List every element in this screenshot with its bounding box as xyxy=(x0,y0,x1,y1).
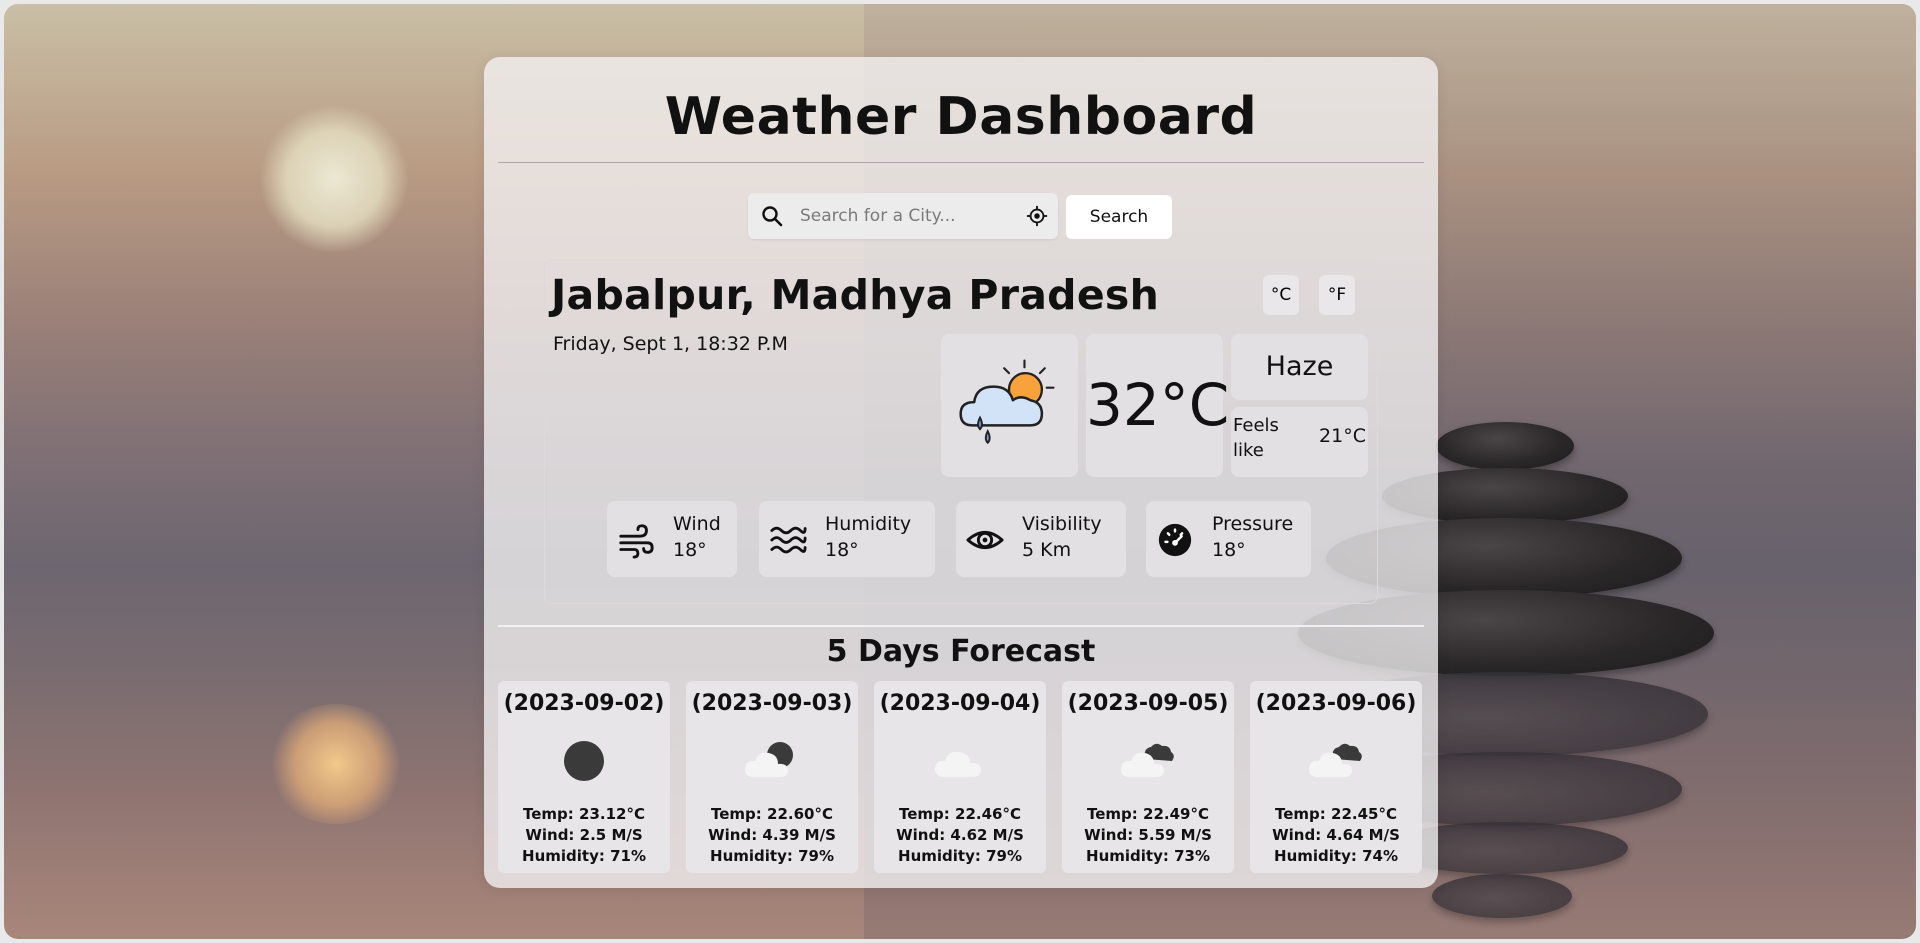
current-temperature: 32°C xyxy=(1086,334,1229,477)
visibility-metric: Visibility 5 Km xyxy=(956,501,1126,577)
location-crosshair-icon[interactable] xyxy=(1026,205,1048,227)
fahrenheit-toggle[interactable]: °F xyxy=(1319,275,1355,315)
background-sun-reflection xyxy=(266,704,406,824)
partly-cloudy-rain-icon xyxy=(959,359,1055,445)
eye-icon xyxy=(966,530,1004,550)
forecast-temp: Temp: 22.46°C xyxy=(899,805,1021,823)
forecast-wind: Wind: 4.62 M/S xyxy=(896,826,1024,844)
forecast-title: 5 Days Forecast xyxy=(826,634,1096,669)
forecast-humidity: Humidity: 73% xyxy=(1086,847,1210,865)
weather-icon-tile xyxy=(941,334,1078,477)
forecast-humidity: Humidity: 71% xyxy=(522,847,646,865)
forecast-divider xyxy=(498,625,1424,627)
title-divider xyxy=(498,162,1424,163)
forecast-humidity: Humidity: 79% xyxy=(710,847,834,865)
visibility-value: 5 Km xyxy=(1022,539,1072,561)
pressure-value: 18° xyxy=(1212,539,1246,561)
forecast-date: (2023-09-04) xyxy=(879,691,1041,716)
feels-like-value: 21°C xyxy=(1319,425,1366,447)
pressure-metric: Pressure 18° xyxy=(1146,501,1311,577)
page-title: Weather Dashboard xyxy=(664,87,1258,147)
broken-clouds-icon xyxy=(1120,743,1174,777)
celsius-toggle[interactable]: °C xyxy=(1263,275,1299,315)
forecast-wind: Wind: 2.5 M/S xyxy=(525,826,643,844)
background-stone xyxy=(1436,422,1574,470)
dashboard-panel: Weather Dashboard Search Jabalpur, Madhy… xyxy=(484,57,1438,888)
broken-clouds-icon xyxy=(1308,743,1362,777)
search-bar xyxy=(748,193,1058,239)
forecast-humidity: Humidity: 79% xyxy=(898,847,1022,865)
forecast-card: (2023-09-05) Temp: 22.49°C Wind: 5.59 M/… xyxy=(1062,681,1234,873)
forecast-temp: Temp: 23.12°C xyxy=(523,805,645,823)
search-icon xyxy=(762,206,783,227)
forecast-date: (2023-09-06) xyxy=(1255,691,1417,716)
humidity-waves-icon xyxy=(770,526,807,554)
forecast-temp: Temp: 22.49°C xyxy=(1087,805,1209,823)
wind-icon xyxy=(619,524,654,559)
cloud-icon xyxy=(934,751,981,777)
search-input[interactable] xyxy=(800,193,1010,239)
forecast-date: (2023-09-05) xyxy=(1067,691,1229,716)
current-weather-card: Jabalpur, Madhya Pradesh Friday, Sept 1,… xyxy=(544,260,1378,604)
forecast-card: (2023-09-04) Temp: 22.46°C Wind: 4.62 M/… xyxy=(874,681,1046,873)
visibility-label: Visibility xyxy=(1022,513,1102,535)
forecast-card: (2023-09-06) Temp: 22.45°C Wind: 4.64 M/… xyxy=(1250,681,1422,873)
forecast-humidity: Humidity: 74% xyxy=(1274,847,1398,865)
wind-label: Wind xyxy=(673,513,721,535)
wind-metric: Wind 18° xyxy=(607,501,737,577)
feels-like-tile: Feels like 21°C xyxy=(1231,407,1368,477)
feels-like-label: Feels like xyxy=(1233,415,1279,461)
humidity-label: Humidity xyxy=(825,513,912,535)
background-sun xyxy=(259,104,409,254)
city-name: Jabalpur, Madhya Pradesh xyxy=(551,271,1160,319)
background-stone-reflection xyxy=(1432,874,1572,918)
forecast-wind: Wind: 4.64 M/S xyxy=(1272,826,1400,844)
forecast-card: (2023-09-02) Temp: 23.12°C Wind: 2.5 M/S… xyxy=(498,681,670,873)
forecast-date: (2023-09-03) xyxy=(691,691,853,716)
forecast-wind: Wind: 4.39 M/S xyxy=(708,826,836,844)
humidity-value: 18° xyxy=(825,539,859,561)
current-datetime: Friday, Sept 1, 18:32 P.M xyxy=(553,333,788,355)
gauge-icon xyxy=(1158,523,1192,557)
forecast-card: (2023-09-03) Temp: 22.60°C Wind: 4.39 M/… xyxy=(686,681,858,873)
pressure-label: Pressure xyxy=(1212,513,1294,535)
moon-cloud-icon xyxy=(744,742,793,777)
humidity-metric: Humidity 18° xyxy=(759,501,935,577)
search-button[interactable]: Search xyxy=(1066,195,1172,239)
forecast-date: (2023-09-02) xyxy=(503,691,665,716)
forecast-wind: Wind: 5.59 M/S xyxy=(1084,826,1212,844)
wind-value: 18° xyxy=(673,539,707,561)
weather-condition: Haze xyxy=(1231,334,1368,400)
forecast-temp: Temp: 22.60°C xyxy=(711,805,833,823)
forecast-temp: Temp: 22.45°C xyxy=(1275,805,1397,823)
moon-icon xyxy=(564,741,604,781)
